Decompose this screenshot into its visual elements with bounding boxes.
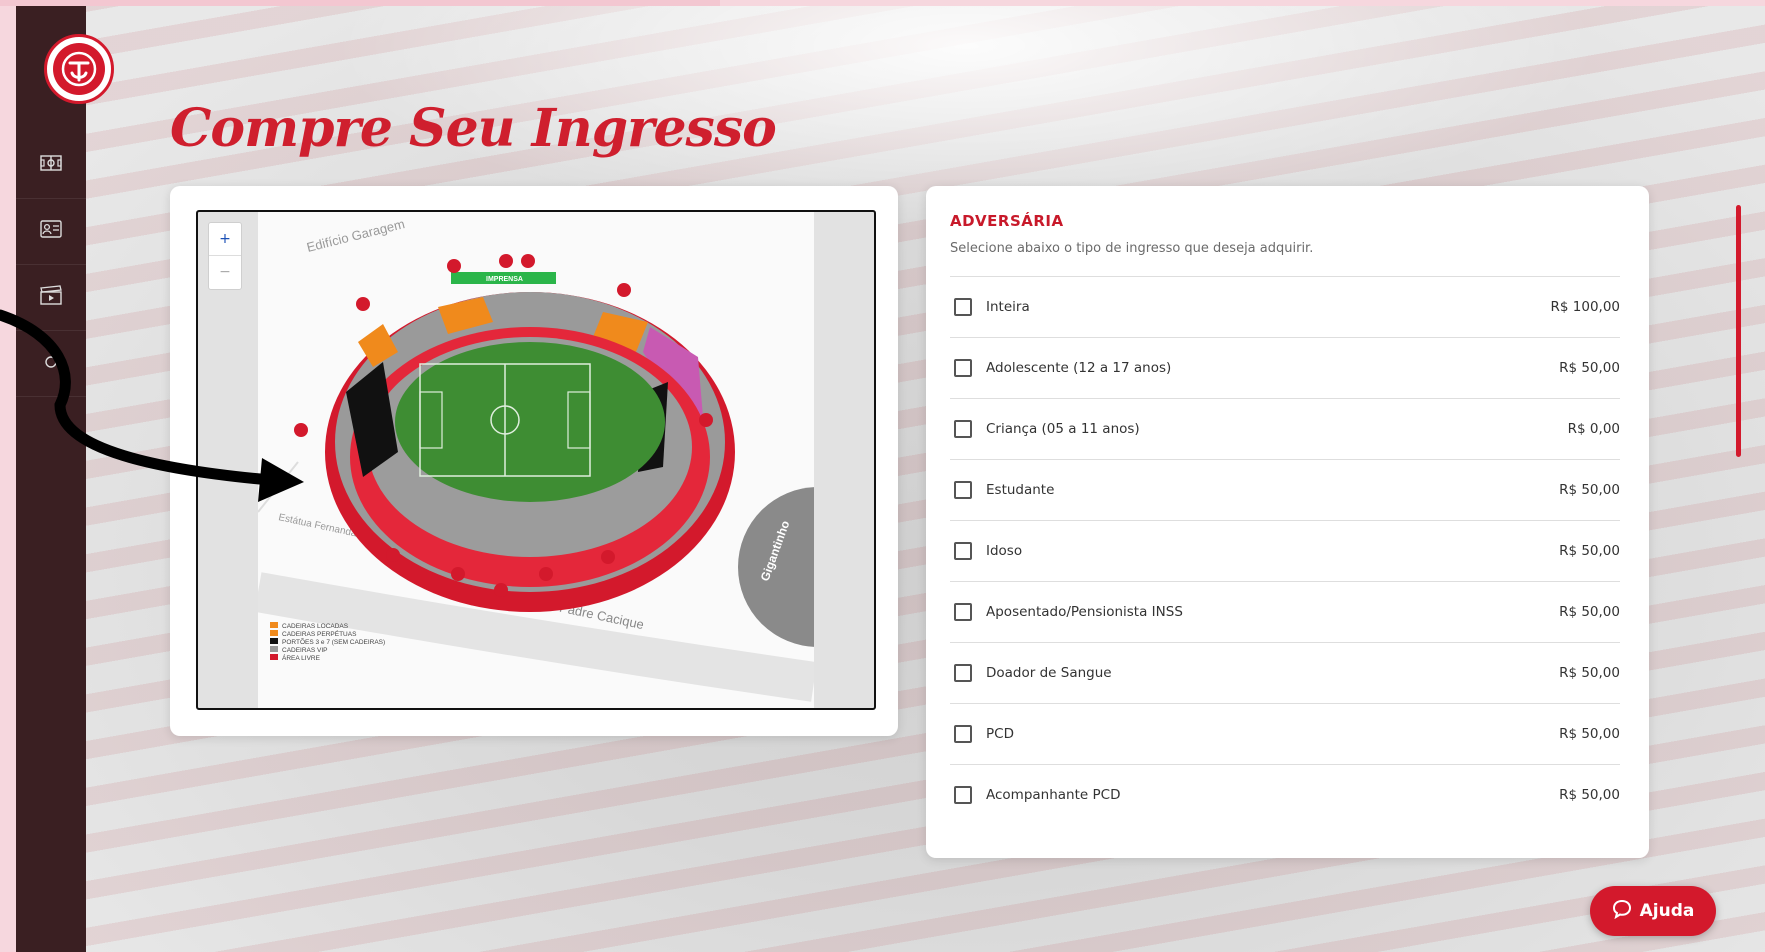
press-box-label: IMPRENSA [486,276,523,283]
ticket-checkbox[interactable] [954,786,972,804]
ticket-label: Acompanhante PCD [986,787,1121,803]
ticket-price: R$ 50,00 [1559,482,1620,498]
ticket-label: Adolescente (12 a 17 anos) [986,360,1172,376]
annotation-arrow [0,309,304,502]
ticket-option[interactable]: PCD R$ 50,00 [950,703,1620,764]
legend-item: PORTÕES 3 e 7 (SEM CADEIRAS) [282,637,385,646]
ticket-checkbox[interactable] [954,420,972,438]
legend-item: CADEIRAS LOCADAS [282,623,349,630]
ticket-section-subtitle: Selecione abaixo o tipo de ingresso que … [950,241,1314,256]
stadium-map-image: Edifício Garagem Av. Padre Cacique Estát… [254,212,874,708]
ticket-label: Idoso [986,543,1023,559]
ticket-option[interactable]: Doador de Sangue R$ 50,00 [950,642,1620,703]
ticket-option[interactable]: Aposentado/Pensionista INSS R$ 50,00 [950,581,1620,642]
map-label-building: Edifício Garagem [305,216,406,255]
ticket-price: R$ 50,00 [1559,543,1620,559]
ticket-price: R$ 50,00 [1559,360,1620,376]
ticket-label: Aposentado/Pensionista INSS [986,604,1183,620]
ticket-option[interactable]: Criança (05 a 11 anos) R$ 0,00 [950,398,1620,459]
ticket-label: Estudante [986,482,1055,498]
ticket-price: R$ 0,00 [1567,421,1620,437]
scrollbar-thumb[interactable] [1736,205,1741,457]
ticket-label: Inteira [986,299,1030,315]
ticket-checkbox[interactable] [954,725,972,743]
ticket-checkbox[interactable] [954,542,972,560]
ticket-option[interactable]: Idoso R$ 50,00 [950,520,1620,581]
ticket-selection-card: ADVERSÁRIA Selecione abaixo o tipo de in… [926,186,1649,858]
ticket-price: R$ 100,00 [1550,299,1621,315]
help-button[interactable]: Ajuda [1590,886,1716,936]
legend-item: CADEIRAS VIP [282,647,328,654]
ticket-price: R$ 50,00 [1559,604,1620,620]
ticket-price: R$ 50,00 [1559,726,1620,742]
ticket-checkbox[interactable] [954,481,972,499]
ticket-option[interactable]: Inteira R$ 100,00 [950,276,1620,337]
ticket-list: Inteira R$ 100,00 Adolescente (12 a 17 a… [950,276,1620,825]
ticket-checkbox[interactable] [954,298,972,316]
ticket-price: R$ 50,00 [1559,665,1620,681]
ticket-checkbox[interactable] [954,603,972,621]
pitch [395,342,665,502]
ticket-label: PCD [986,726,1014,742]
help-button-label: Ajuda [1639,901,1695,921]
ticket-checkbox[interactable] [954,359,972,377]
chat-bubble-icon [1612,899,1632,924]
legend-item: CADEIRAS PERPÉTUAS [282,629,357,638]
stadium-diagram: Edifício Garagem Av. Padre Cacique Estát… [254,216,874,702]
legend-item: ÁREA LIVRE [282,653,321,662]
ticket-label: Criança (05 a 11 anos) [986,421,1140,437]
ticket-section-title: ADVERSÁRIA [950,212,1064,230]
ticket-checkbox[interactable] [954,664,972,682]
ticket-option[interactable]: Estudante R$ 50,00 [950,459,1620,520]
ticket-price: R$ 50,00 [1559,787,1620,803]
ticket-option[interactable]: Acompanhante PCD R$ 50,00 [950,764,1620,825]
ticket-label: Doador de Sangue [986,665,1112,681]
ticket-option[interactable]: Adolescente (12 a 17 anos) R$ 50,00 [950,337,1620,398]
